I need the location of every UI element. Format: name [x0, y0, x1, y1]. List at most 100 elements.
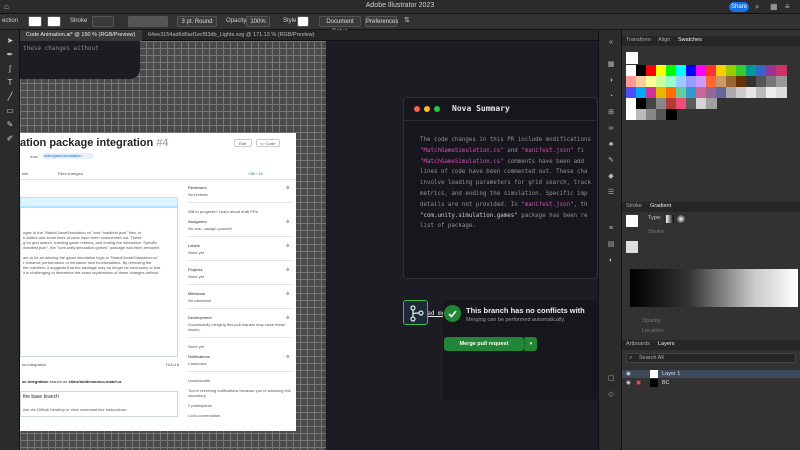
layers-search-input[interactable]: ⌕ Search All — [626, 353, 796, 363]
sidebar-value: None yet — [188, 250, 205, 255]
transform-icon[interactable]: ⊞ — [606, 108, 616, 118]
color-swatch[interactable] — [706, 98, 717, 109]
merge-pull-request-button[interactable]: Merge pull request — [444, 337, 524, 351]
window-close-dot[interactable] — [414, 106, 420, 112]
gear-icon[interactable]: ⚙ — [286, 267, 290, 272]
preferences-button[interactable]: Preferences — [365, 16, 398, 27]
sidebar-divider — [188, 202, 292, 203]
gradient-fill-indicator[interactable] — [626, 215, 638, 227]
gear-icon[interactable]: ⚙ — [286, 315, 290, 320]
branch-icon — [403, 300, 428, 325]
gear-icon[interactable]: ⚙ — [286, 219, 290, 224]
lock-icon[interactable]: ▣ — [636, 380, 641, 386]
color-swatch[interactable] — [666, 109, 677, 120]
align-icon[interactable]: ☰ — [606, 188, 616, 198]
graphic-styles-icon[interactable]: ◆ — [606, 172, 616, 182]
shaper-tool-icon[interactable]: ✐ — [5, 134, 15, 144]
description-line: manifest.json", the "com.unity.simulatio… — [23, 245, 160, 250]
eye-icon[interactable]: ◉ — [626, 371, 631, 377]
color-swatch[interactable] — [776, 65, 787, 76]
selection-tool-icon[interactable]: ➤ — [5, 36, 15, 46]
links-icon[interactable]: ∞ — [606, 124, 616, 134]
sidebar-value: None yet — [188, 274, 205, 279]
tab-files-changed[interactable]: Files changed — [58, 171, 83, 176]
menu-icon[interactable]: ≡ — [785, 2, 790, 11]
gear-icon[interactable]: ⚙ — [286, 185, 290, 190]
cli-hint[interactable]: line via GitHub Desktop or view command … — [23, 407, 127, 412]
brush-tool-icon[interactable]: ✎ — [5, 120, 15, 130]
linear-gradient-icon[interactable] — [666, 215, 674, 223]
sidebar-heading: Reviewers — [188, 185, 207, 190]
gradient-panel-icon[interactable]: ▤ — [606, 240, 616, 250]
transparency-icon[interactable]: ◐ — [606, 256, 616, 266]
rectangle-tool-icon[interactable]: ▭ — [5, 106, 15, 116]
tab-gradient[interactable]: Gradient — [650, 203, 671, 209]
type-tool-icon[interactable]: T — [5, 78, 15, 88]
edit-button[interactable]: Edit — [234, 139, 252, 147]
brushes-icon[interactable]: ✎ — [606, 156, 616, 166]
tab-commits[interactable]: nits — [22, 171, 28, 176]
tab-layers[interactable]: Layers — [658, 341, 675, 347]
gear-icon[interactable]: ⚙ — [286, 354, 290, 359]
layer-row[interactable]: ◉ Layer 1 — [622, 370, 800, 378]
layer-row[interactable]: ◉ ▣ BC — [622, 379, 800, 387]
color-swatch[interactable] — [776, 76, 787, 87]
summary-text: comments have been add — [503, 158, 585, 165]
tab-swatches[interactable]: Swatches — [678, 37, 702, 43]
gradient-slider[interactable] — [630, 269, 798, 307]
summary-line: details are not provided. In "manifest.j… — [420, 200, 598, 211]
brush-dropdown[interactable]: 3 pt. Round — [177, 16, 217, 27]
curvature-tool-icon[interactable]: ∫ — [5, 64, 15, 74]
eye-icon[interactable]: ◉ — [626, 380, 631, 386]
sidebar-divider — [188, 260, 292, 261]
window-minimize-dot[interactable] — [424, 106, 430, 112]
tab-artboards[interactable]: Artboards — [626, 341, 650, 347]
layer-name: BC — [662, 380, 670, 386]
radial-gradient-icon[interactable] — [677, 215, 685, 223]
opacity-input[interactable]: 100% — [246, 16, 270, 27]
commit-hash[interactable]: f1f1c18 — [166, 362, 179, 367]
tab-align[interactable]: Align — [658, 37, 670, 43]
summary-line: "com.unity.simulation.games" package has… — [420, 211, 598, 222]
chevron-down-icon[interactable]: ▾ — [524, 337, 537, 351]
properties-icon[interactable]: ▦ — [606, 60, 616, 70]
collapse-panels-icon[interactable]: « — [606, 38, 616, 48]
tab-transform[interactable]: Transform — [626, 37, 651, 43]
nova-divider — [404, 120, 598, 121]
gradient-swatch[interactable] — [626, 241, 638, 253]
symbols-icon[interactable]: ♣ — [606, 140, 616, 150]
layers-icon[interactable]: ◇ — [606, 390, 616, 400]
variable-width-dropdown[interactable] — [128, 16, 168, 27]
line-tool-icon[interactable]: ╱ — [5, 92, 15, 102]
arrange-icon[interactable]: ⇅ — [404, 16, 410, 24]
artboard-canvas[interactable]: these changes without ation package inte… — [20, 41, 598, 450]
stroke-weight-input[interactable] — [92, 16, 114, 27]
gear-icon[interactable]: ⚙ — [286, 291, 290, 296]
window-maximize-dot[interactable] — [434, 106, 440, 112]
libraries-icon[interactable]: ◑ — [606, 76, 616, 86]
code-highlight: "MatchGameSimulation.cs" — [420, 147, 504, 154]
tab-code-animation[interactable]: Code Animation.ai* @ 150 % (RGB/Preview) — [20, 30, 142, 41]
description-line: it is challenging to determine the exact… — [23, 270, 159, 275]
pr-title: ation package integration #4 — [20, 137, 169, 149]
grid-icon[interactable]: ▦ — [770, 2, 778, 11]
base-branch-text: the base branch — [23, 394, 59, 400]
search-icon[interactable]: ⌕ — [755, 2, 759, 12]
document-setup-button[interactable]: Document Setup — [319, 16, 361, 35]
gear-icon[interactable]: ⚙ — [286, 243, 290, 248]
tab-lights-svg[interactable]: 64ee3154ad6d6ad1ecf93db_Lights.svg @ 171… — [142, 30, 342, 41]
code-button[interactable]: <> Code — [256, 139, 280, 147]
fill-swatch[interactable] — [28, 16, 42, 27]
pen-tool-icon[interactable]: ✒ — [5, 50, 15, 60]
sidebar-value: Still in progress? Learn about draft PRs — [188, 209, 258, 214]
color-icon[interactable]: ◔ — [606, 92, 616, 102]
artboards-icon[interactable]: ▢ — [606, 374, 616, 384]
tab-stroke[interactable]: Stroke — [626, 203, 642, 209]
fill-stroke-indicator[interactable] — [626, 52, 638, 64]
stroke-panel-icon[interactable]: ≡ — [606, 224, 616, 234]
style-swatch[interactable] — [297, 16, 309, 27]
summary-text: , th — [573, 201, 588, 208]
color-swatch[interactable] — [776, 87, 787, 98]
share-button[interactable]: Share — [729, 2, 749, 12]
stroke-swatch[interactable] — [47, 16, 61, 27]
